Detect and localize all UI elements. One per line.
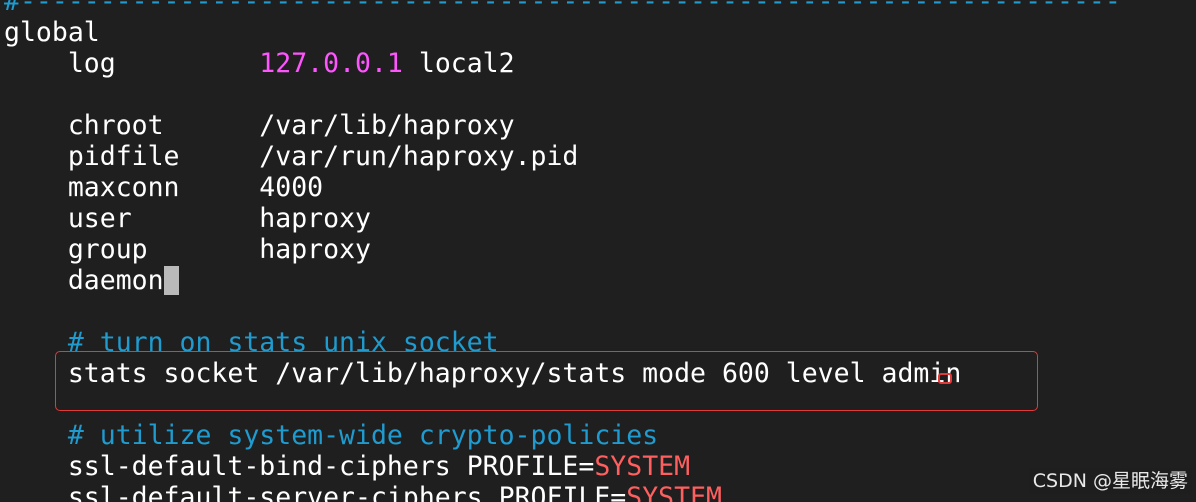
maxconn-line: maxconn 4000: [4, 172, 323, 203]
comment-crypto-text: # utilize system-wide crypto-policies: [67, 420, 659, 451]
ssl-bind-line: ssl-default-bind-ciphers PROFILE=SYSTEM: [4, 451, 690, 482]
user-line: user haproxy: [4, 203, 371, 234]
ssl-bind-value: SYSTEM: [594, 451, 691, 482]
chroot-line: chroot /var/lib/haproxy: [4, 110, 515, 141]
group-value: haproxy: [259, 234, 371, 265]
watermark: CSDN @星眠海雾: [1028, 468, 1192, 494]
user-key: user: [67, 203, 132, 234]
group-key: group: [67, 234, 148, 265]
ssl-bind-prefix: PROFILE=: [466, 451, 595, 482]
terminal-editor[interactable]: #---------------------------------------…: [0, 0, 1196, 502]
log-key: log: [67, 48, 116, 79]
comment-crypto: # utilize system-wide crypto-policies: [4, 420, 658, 451]
separator-line: #---------------------------------------…: [4, 0, 1121, 17]
pidfile-value: /var/run/haproxy.pid: [259, 141, 579, 172]
ssl-server-prefix: PROFILE=: [498, 482, 627, 502]
ssl-bind-key: ssl-default-bind-ciphers: [67, 451, 451, 482]
text-cursor: [163, 266, 179, 295]
log-facility: local2: [418, 48, 515, 79]
maxconn-value: 4000: [259, 172, 324, 203]
section-header: global: [4, 17, 100, 48]
ssl-server-line: ssl-default-server-ciphers PROFILE=SYSTE…: [4, 482, 722, 502]
chroot-key: chroot: [67, 110, 164, 141]
log-line: log 127.0.0.1 local2: [4, 48, 515, 79]
group-line: group haproxy: [4, 234, 371, 265]
ssl-server-value: SYSTEM: [626, 482, 722, 502]
ssl-server-key: ssl-default-server-ciphers: [67, 482, 483, 502]
maxconn-key: maxconn: [67, 172, 180, 203]
annotation-mark-icon: [938, 373, 952, 384]
highlight-box: [55, 351, 1038, 411]
user-value: haproxy: [259, 203, 371, 234]
pidfile-key: pidfile: [67, 141, 180, 172]
pidfile-line: pidfile /var/run/haproxy.pid: [4, 141, 579, 172]
chroot-value: /var/lib/haproxy: [259, 110, 515, 141]
log-address: 127.0.0.1: [259, 48, 403, 79]
daemon-line: daemon: [4, 265, 179, 296]
daemon-key: daemon: [67, 265, 164, 296]
